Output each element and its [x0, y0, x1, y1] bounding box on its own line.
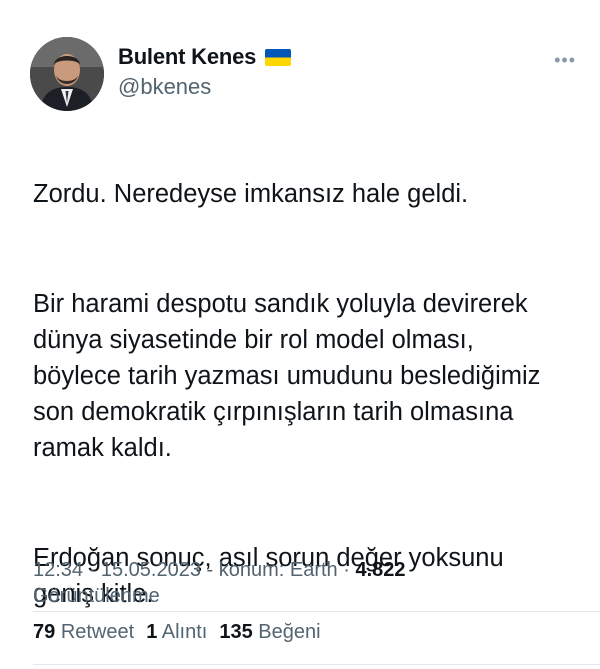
more-options-icon[interactable]: ••• — [554, 50, 576, 71]
tweet-date[interactable]: 15.05.2023 — [101, 559, 201, 581]
likes-count: 135 — [219, 621, 253, 643]
divider — [33, 611, 600, 612]
engagement-stats: 79 Retweet 1 Alıntı 135 Beğeni — [33, 621, 321, 644]
author-name-row[interactable]: Bulent Kenes — [118, 44, 292, 70]
retweets-stat[interactable]: 79 Retweet — [33, 621, 134, 644]
ukraine-flag-icon — [265, 48, 292, 66]
separator-dot: · — [88, 559, 101, 581]
quotes-count: 1 — [146, 621, 158, 643]
author-display-name[interactable]: Bulent Kenes — [118, 44, 256, 70]
tweet-time[interactable]: 12:34 — [33, 559, 83, 581]
profile-photo — [30, 37, 104, 111]
views-count: 4.822 — [355, 559, 406, 581]
avatar[interactable] — [30, 37, 104, 111]
tweet-paragraph: Zordu. Neredeyse imkansız hale geldi. — [33, 180, 469, 208]
separator-dash: - — [206, 559, 219, 581]
likes-stat[interactable]: 135 Beğeni — [219, 621, 320, 644]
tweet-paragraph: Bir harami despotu sandık yoluyla devire… — [33, 290, 541, 462]
author-handle[interactable]: @bkenes — [118, 74, 211, 100]
quotes-stat[interactable]: 1 Alıntı — [146, 621, 207, 644]
separator-dot: · — [343, 559, 356, 581]
tweet-location: konum: Earth — [218, 559, 338, 581]
divider — [33, 664, 600, 665]
tweet-meta: 12:34 · 15.05.2023 - konum: Earth · 4.82… — [33, 557, 593, 609]
retweets-count: 79 — [33, 621, 56, 643]
views-label: Görüntülenme — [33, 585, 160, 607]
likes-label: Beğeni — [258, 621, 321, 643]
quotes-label: Alıntı — [161, 621, 208, 643]
retweets-label: Retweet — [60, 621, 135, 643]
